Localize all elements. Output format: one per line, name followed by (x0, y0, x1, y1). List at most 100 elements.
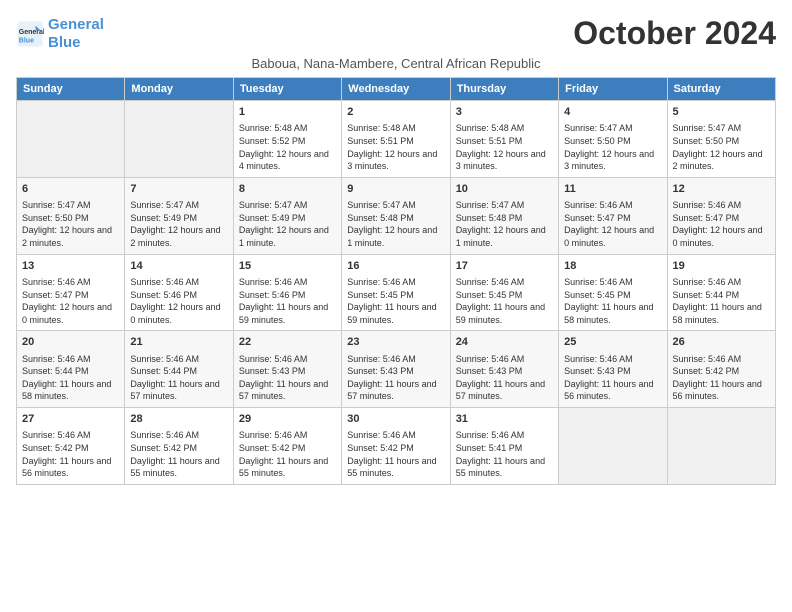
calendar-cell (17, 101, 125, 178)
calendar-cell: 5Sunrise: 5:47 AM Sunset: 5:50 PM Daylig… (667, 101, 775, 178)
day-info: Sunrise: 5:46 AM Sunset: 5:42 PM Dayligh… (22, 429, 119, 479)
day-number: 5 (673, 105, 770, 120)
calendar-cell: 19 Sunrise: 5:46 AM Sunset: 5:44 PM Dayli… (667, 254, 775, 331)
calendar-cell: 24 Sunrise: 5:46 AM Sunset: 5:43 PM Dayli… (450, 331, 558, 408)
day-number: 8 (239, 182, 336, 197)
calendar-cell (125, 101, 233, 178)
day-info: Sunrise: 5:47 AM Sunset: 5:50 PM Dayligh… (22, 199, 119, 249)
day-info: Sunrise: 5:46 AM Sunset: 5:43 PM Dayligh… (239, 353, 336, 403)
day-number: 23 (347, 335, 444, 350)
calendar-cell: 27 Sunrise: 5:46 AM Sunset: 5:42 PM Dayli… (17, 408, 125, 485)
day-number: 25 (564, 335, 661, 350)
calendar-cell: 18 Sunrise: 5:46 AM Sunset: 5:45 PM Dayli… (559, 254, 667, 331)
column-header-thursday: Thursday (450, 78, 558, 101)
day-info: Sunrise: 5:46 AM Sunset: 5:41 PM Dayligh… (456, 429, 553, 479)
day-number: 24 (456, 335, 553, 350)
calendar-cell: 6 Sunrise: 5:47 AM Sunset: 5:50 PM Daylig… (17, 177, 125, 254)
month-title: October 2024 (573, 16, 776, 51)
calendar-cell (559, 408, 667, 485)
day-number: 11 (564, 182, 661, 197)
day-number: 22 (239, 335, 336, 350)
day-number: 28 (130, 412, 227, 427)
column-header-saturday: Saturday (667, 78, 775, 101)
column-header-sunday: Sunday (17, 78, 125, 101)
calendar-week-row: 20 Sunrise: 5:46 AM Sunset: 5:44 PM Dayli… (17, 331, 776, 408)
day-info: Sunrise: 5:46 AM Sunset: 5:42 PM Dayligh… (130, 429, 227, 479)
day-number: 13 (22, 259, 119, 274)
calendar-cell: 23 Sunrise: 5:46 AM Sunset: 5:43 PM Dayli… (342, 331, 450, 408)
calendar-cell: 2Sunrise: 5:48 AM Sunset: 5:51 PM Daylig… (342, 101, 450, 178)
day-info: Sunrise: 5:47 AM Sunset: 5:49 PM Dayligh… (130, 199, 227, 249)
calendar-cell: 1 Sunrise: 5:48 AM Sunset: 5:52 PM Daylig… (233, 101, 341, 178)
svg-text:General: General (19, 29, 44, 36)
column-header-tuesday: Tuesday (233, 78, 341, 101)
location-subtitle: Baboua, Nana-Mambere, Central African Re… (16, 56, 776, 71)
calendar-week-row: 13 Sunrise: 5:46 AM Sunset: 5:47 PM Dayli… (17, 254, 776, 331)
calendar-cell (667, 408, 775, 485)
day-number: 20 (22, 335, 119, 350)
calendar-cell: 22 Sunrise: 5:46 AM Sunset: 5:43 PM Dayli… (233, 331, 341, 408)
day-info: Sunrise: 5:46 AM Sunset: 5:44 PM Dayligh… (130, 353, 227, 403)
day-info: Sunrise: 5:46 AM Sunset: 5:43 PM Dayligh… (564, 353, 661, 403)
day-number: 16 (347, 259, 444, 274)
day-info: Sunrise: 5:48 AM Sunset: 5:52 PM Dayligh… (239, 122, 336, 172)
day-info: Sunrise: 5:46 AM Sunset: 5:44 PM Dayligh… (673, 276, 770, 326)
day-number: 7 (130, 182, 227, 197)
calendar-cell: 7 Sunrise: 5:47 AM Sunset: 5:49 PM Daylig… (125, 177, 233, 254)
calendar-week-row: 1 Sunrise: 5:48 AM Sunset: 5:52 PM Daylig… (17, 101, 776, 178)
calendar-header-row: SundayMondayTuesdayWednesdayThursdayFrid… (17, 78, 776, 101)
calendar-cell: 9Sunrise: 5:47 AM Sunset: 5:48 PM Daylig… (342, 177, 450, 254)
day-info: Sunrise: 5:46 AM Sunset: 5:47 PM Dayligh… (22, 276, 119, 326)
day-number: 9 (347, 182, 444, 197)
page-header: General Blue General Blue October 2024 (16, 16, 776, 52)
day-info: Sunrise: 5:46 AM Sunset: 5:46 PM Dayligh… (130, 276, 227, 326)
day-info: Sunrise: 5:46 AM Sunset: 5:44 PM Dayligh… (22, 353, 119, 403)
day-number: 18 (564, 259, 661, 274)
day-number: 1 (239, 105, 336, 120)
calendar-table: SundayMondayTuesdayWednesdayThursdayFrid… (16, 77, 776, 485)
calendar-cell: 8 Sunrise: 5:47 AM Sunset: 5:49 PM Daylig… (233, 177, 341, 254)
day-number: 17 (456, 259, 553, 274)
day-number: 21 (130, 335, 227, 350)
day-number: 26 (673, 335, 770, 350)
day-number: 31 (456, 412, 553, 427)
day-number: 30 (347, 412, 444, 427)
calendar-cell: 14Sunrise: 5:46 AM Sunset: 5:46 PM Dayli… (125, 254, 233, 331)
day-info: Sunrise: 5:46 AM Sunset: 5:45 PM Dayligh… (347, 276, 444, 326)
day-info: Sunrise: 5:46 AM Sunset: 5:43 PM Dayligh… (347, 353, 444, 403)
day-number: 15 (239, 259, 336, 274)
calendar-cell: 17 Sunrise: 5:46 AM Sunset: 5:45 PM Dayli… (450, 254, 558, 331)
day-info: Sunrise: 5:47 AM Sunset: 5:49 PM Dayligh… (239, 199, 336, 249)
day-info: Sunrise: 5:46 AM Sunset: 5:42 PM Dayligh… (673, 353, 770, 403)
logo: General Blue General Blue (16, 16, 104, 52)
day-number: 12 (673, 182, 770, 197)
day-info: Sunrise: 5:46 AM Sunset: 5:45 PM Dayligh… (456, 276, 553, 326)
day-number: 27 (22, 412, 119, 427)
calendar-week-row: 27 Sunrise: 5:46 AM Sunset: 5:42 PM Dayli… (17, 408, 776, 485)
day-info: Sunrise: 5:46 AM Sunset: 5:46 PM Dayligh… (239, 276, 336, 326)
calendar-cell: 4Sunrise: 5:47 AM Sunset: 5:50 PM Daylig… (559, 101, 667, 178)
calendar-cell: 3Sunrise: 5:48 AM Sunset: 5:51 PM Daylig… (450, 101, 558, 178)
column-header-friday: Friday (559, 78, 667, 101)
day-number: 6 (22, 182, 119, 197)
day-number: 19 (673, 259, 770, 274)
day-info: Sunrise: 5:46 AM Sunset: 5:43 PM Dayligh… (456, 353, 553, 403)
day-number: 29 (239, 412, 336, 427)
calendar-cell: 30 Sunrise: 5:46 AM Sunset: 5:42 PM Dayli… (342, 408, 450, 485)
calendar-cell: 15 Sunrise: 5:46 AM Sunset: 5:46 PM Dayli… (233, 254, 341, 331)
day-info: Sunrise: 5:46 AM Sunset: 5:47 PM Dayligh… (564, 199, 661, 249)
calendar-cell: 26 Sunrise: 5:46 AM Sunset: 5:42 PM Dayli… (667, 331, 775, 408)
calendar-cell: 21 Sunrise: 5:46 AM Sunset: 5:44 PM Dayli… (125, 331, 233, 408)
day-info: Sunrise: 5:46 AM Sunset: 5:42 PM Dayligh… (347, 429, 444, 479)
calendar-cell: 11 Sunrise: 5:46 AM Sunset: 5:47 PM Dayli… (559, 177, 667, 254)
calendar-cell: 10Sunrise: 5:47 AM Sunset: 5:48 PM Dayli… (450, 177, 558, 254)
day-info: Sunrise: 5:46 AM Sunset: 5:45 PM Dayligh… (564, 276, 661, 326)
title-block: October 2024 (573, 16, 776, 51)
calendar-week-row: 6 Sunrise: 5:47 AM Sunset: 5:50 PM Daylig… (17, 177, 776, 254)
calendar-cell: 16 Sunrise: 5:46 AM Sunset: 5:45 PM Dayli… (342, 254, 450, 331)
day-info: Sunrise: 5:46 AM Sunset: 5:47 PM Dayligh… (673, 199, 770, 249)
logo-text: General Blue (48, 16, 104, 52)
calendar-cell: 13 Sunrise: 5:46 AM Sunset: 5:47 PM Dayli… (17, 254, 125, 331)
day-number: 4 (564, 105, 661, 120)
calendar-cell: 31 Sunrise: 5:46 AM Sunset: 5:41 PM Dayli… (450, 408, 558, 485)
